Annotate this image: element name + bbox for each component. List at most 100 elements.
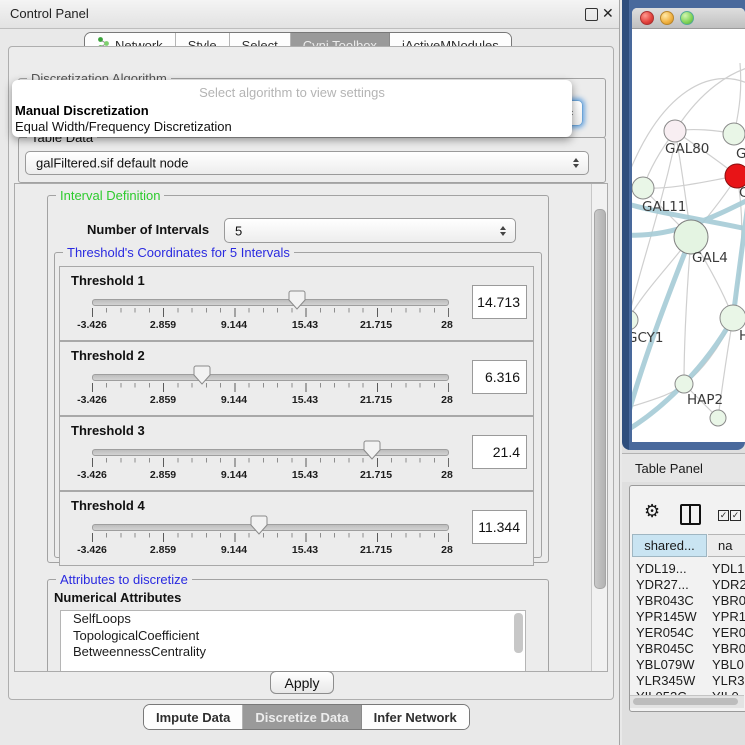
threshold-2-slider-track[interactable] xyxy=(92,374,449,381)
threshold-1-value-field[interactable] xyxy=(472,285,527,319)
threshold-1-label: Threshold 1 xyxy=(71,273,145,288)
tab-impute-data[interactable]: Impute Data xyxy=(144,705,243,729)
table-data-group: Table Data galFiltered.sif default node xyxy=(18,137,606,183)
number-of-intervals-combo[interactable]: 5 xyxy=(224,218,516,243)
attributes-list-scrollbar[interactable] xyxy=(514,613,523,653)
settings-scroll-area: Interval Definition Number of Intervals … xyxy=(14,183,608,672)
tick-label: 21.715 xyxy=(360,394,392,406)
threshold-1-slider-thumb[interactable] xyxy=(288,290,306,310)
numerical-attributes-list: SelfLoops TopologicalCoefficient Between… xyxy=(60,610,526,672)
tick-label: -3.426 xyxy=(77,319,107,331)
cell: YBR0 xyxy=(712,641,745,656)
interval-definition-title: Interval Definition xyxy=(56,188,164,203)
threshold-3-slider-thumb[interactable] xyxy=(363,440,381,460)
column-header-shared[interactable]: shared... xyxy=(632,534,707,557)
panel-divider xyxy=(619,0,620,745)
threshold-4-slider-thumb[interactable] xyxy=(250,515,268,535)
tick-label: 28 xyxy=(441,544,453,556)
table-data-combo[interactable]: galFiltered.sif default node xyxy=(25,151,589,175)
tick-label: 2.859 xyxy=(150,469,176,481)
tick-label: 15.43 xyxy=(292,319,318,331)
tick-label: 9.144 xyxy=(221,544,247,556)
tick-label: -3.426 xyxy=(77,394,107,406)
list-item-topologicalcoefficient[interactable]: TopologicalCoefficient xyxy=(61,628,525,645)
checkbox-icon[interactable]: ✓ xyxy=(730,510,741,521)
close-traffic-light-icon[interactable] xyxy=(640,11,654,25)
node-gal4[interactable] xyxy=(674,220,708,254)
table-row[interactable]: YLR345WYLR3 xyxy=(632,673,745,689)
algorithm-hint: Select algorithm to view settings xyxy=(12,85,572,100)
table-row[interactable]: YER054CYER0 xyxy=(632,625,745,641)
attributes-group-title: Attributes to discretize xyxy=(56,572,192,587)
table-row[interactable]: YBR045CYBR0 xyxy=(632,641,745,657)
table-row[interactable]: YDR27...YDR2 xyxy=(632,577,745,593)
gear-icon[interactable]: ⚙ xyxy=(644,502,660,520)
threshold-3-slider-track[interactable] xyxy=(92,449,449,456)
threshold-4-row: Threshold 4 -3.426 2.859 9.144 15.43 21.… xyxy=(59,491,534,566)
table-row[interactable]: YDL19...YDL1 xyxy=(632,561,745,577)
threshold-4-value-field[interactable] xyxy=(472,510,527,544)
right-column: GAL80 GA C GAL11 GAL4 GCY1 H HAP2 Table … xyxy=(622,0,745,745)
threshold-1-slider-track[interactable] xyxy=(92,299,449,306)
cell: YLR3 xyxy=(712,673,745,688)
tick-label: 15.43 xyxy=(292,544,318,556)
combo-arrows-icon xyxy=(573,158,579,168)
node-hap2[interactable] xyxy=(675,375,693,393)
option-equal-width-frequency[interactable]: Equal Width/Frequency Discretization xyxy=(15,119,232,134)
app-root: Control Panel ✕ Network Style Select Cyn… xyxy=(0,0,745,745)
threshold-3-label: Threshold 3 xyxy=(71,423,145,438)
bottom-tab-strip: Impute Data Discretize Data Infer Networ… xyxy=(143,704,470,730)
node-partial-top-right[interactable] xyxy=(723,123,745,145)
node-label-gal11: GAL11 xyxy=(642,199,686,215)
scrollbar-thumb[interactable] xyxy=(594,209,606,589)
scrollbar-thumb[interactable] xyxy=(633,698,738,705)
node-gal80[interactable] xyxy=(664,120,686,142)
threshold-4-slider-track[interactable] xyxy=(92,524,449,531)
table-panel: ⚙ ✓ ✓ shared... na YDL19...YDL1 YDR27...… xyxy=(629,485,745,712)
tick-label: 28 xyxy=(441,319,453,331)
cell: YBR043C xyxy=(636,593,694,608)
column-header-name[interactable]: na xyxy=(708,534,745,557)
list-item-betweennesscentrality[interactable]: BetweennessCentrality xyxy=(61,644,525,661)
node-gal11[interactable] xyxy=(632,177,654,199)
threshold-3-value-field[interactable] xyxy=(472,435,527,469)
cell: YDL1 xyxy=(712,561,745,576)
slider-ticks xyxy=(92,458,449,467)
tick-label: 21.715 xyxy=(360,469,392,481)
threshold-3-row: Threshold 3 -3.426 2.859 9.144 15.43 21.… xyxy=(59,416,534,491)
network-window-titlebar xyxy=(632,8,745,29)
tab-discretize-data[interactable]: Discretize Data xyxy=(243,705,361,729)
attributes-group: Attributes to discretize Numerical Attri… xyxy=(47,579,549,672)
list-item-selfloops[interactable]: SelfLoops xyxy=(61,611,525,628)
option-manual-discretization[interactable]: Manual Discretization xyxy=(15,103,149,118)
zoom-traffic-light-icon[interactable] xyxy=(680,11,694,25)
threshold-1-row: Threshold 1 -3.426 2.859 9.144 15.43 21.… xyxy=(59,266,534,341)
table-row[interactable]: YPR145WYPR1 xyxy=(632,609,745,625)
table-horizontal-scrollbar xyxy=(630,695,744,708)
slider-ticks xyxy=(92,383,449,392)
node-label-gal80: GAL80 xyxy=(665,141,709,157)
cell: YER0 xyxy=(712,625,745,640)
tab-infer-network[interactable]: Infer Network xyxy=(362,705,469,729)
network-window-frame: GAL80 GA C GAL11 GAL4 GCY1 H HAP2 xyxy=(622,0,745,450)
node-partial-bottom[interactable] xyxy=(710,410,726,426)
table-row[interactable]: YBR043CYBR0 xyxy=(632,593,745,609)
table-row[interactable]: YBL079WYBL0 xyxy=(632,657,745,673)
threshold-2-value-field[interactable] xyxy=(472,360,527,394)
tick-label: 2.859 xyxy=(150,394,176,406)
minimize-traffic-light-icon[interactable] xyxy=(660,11,674,25)
network-view[interactable]: GAL80 GA C GAL11 GAL4 GCY1 H HAP2 xyxy=(632,28,745,442)
close-icon[interactable]: ✕ xyxy=(602,5,614,22)
apply-button[interactable]: Apply xyxy=(270,671,334,694)
node-label-gal4: GAL4 xyxy=(692,250,728,266)
control-panel-titlebar: Control Panel ✕ xyxy=(0,0,620,29)
threshold-2-row: Threshold 2 -3.426 2.859 9.144 15.43 21.… xyxy=(59,341,534,416)
node-gcy1[interactable] xyxy=(632,310,638,330)
float-window-icon[interactable] xyxy=(585,8,598,21)
cell: YPR145W xyxy=(636,609,697,624)
split-columns-icon[interactable] xyxy=(680,504,701,525)
tab-discretize-data-label: Discretize Data xyxy=(255,710,348,725)
threshold-2-slider-thumb[interactable] xyxy=(193,365,211,385)
tick-label: 2.859 xyxy=(150,319,176,331)
checkbox-icon[interactable]: ✓ xyxy=(718,510,729,521)
